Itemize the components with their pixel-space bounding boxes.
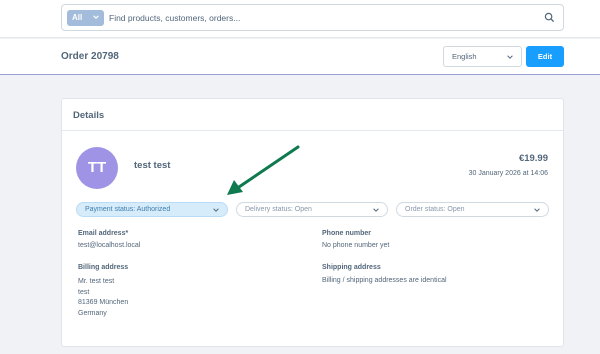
- billing-address-line: Germany: [78, 309, 107, 317]
- annotation-arrow: [227, 145, 300, 195]
- delivery-status-label: Delivery status: Open: [245, 206, 312, 213]
- payment-status-select[interactable]: Payment status: Authorized: [76, 202, 228, 217]
- billing-address-label: Billing address: [78, 264, 129, 271]
- search-input[interactable]: [109, 11, 529, 25]
- edit-button[interactable]: Edit: [526, 46, 564, 67]
- order-status-select[interactable]: Order status: Open: [396, 202, 549, 217]
- chevron-down-icon: [213, 208, 219, 212]
- payment-status-label: Payment status: Authorized: [85, 206, 171, 213]
- email-value[interactable]: test@localhost.local: [78, 241, 140, 252]
- top-bar: All: [0, 0, 600, 38]
- language-select-value: English: [452, 52, 477, 61]
- search-type-dropdown[interactable]: All: [67, 10, 104, 26]
- language-select[interactable]: English: [443, 46, 522, 67]
- chevron-down-icon: [373, 208, 379, 212]
- page-title: Order 20798: [61, 51, 119, 62]
- search-type-label: All: [72, 13, 83, 22]
- avatar: TT: [76, 147, 118, 189]
- details-card: Details TT test test €19.99 30 January 2…: [61, 98, 564, 347]
- delivery-status-select[interactable]: Delivery status: Open: [236, 202, 388, 217]
- shipping-address-value: Billing / shipping addresses are identic…: [322, 277, 447, 284]
- order-date: 30 January 2026 at 14:06: [468, 170, 548, 177]
- chevron-down-icon: [534, 208, 540, 212]
- search-box: All: [61, 4, 564, 31]
- divider: [62, 130, 563, 131]
- billing-address-line: Mr. test test: [78, 278, 115, 285]
- order-amount: €19.99: [518, 153, 548, 164]
- billing-address-line: test: [78, 288, 90, 296]
- phone-label: Phone number: [322, 230, 372, 237]
- order-status-label: Order status: Open: [405, 206, 465, 213]
- search-icon[interactable]: [544, 12, 555, 23]
- billing-address-line: 81369 München: [78, 299, 129, 306]
- email-label: Email address*: [78, 230, 129, 237]
- chevron-down-icon: [93, 15, 99, 19]
- shipping-address-label: Shipping address: [322, 264, 381, 271]
- customer-name[interactable]: test test: [134, 160, 170, 171]
- phone-value: No phone number yet: [322, 242, 390, 249]
- chevron-down-icon: [507, 55, 513, 59]
- page-header: Order 20798 English Edit: [0, 39, 600, 75]
- card-title: Details: [73, 110, 105, 121]
